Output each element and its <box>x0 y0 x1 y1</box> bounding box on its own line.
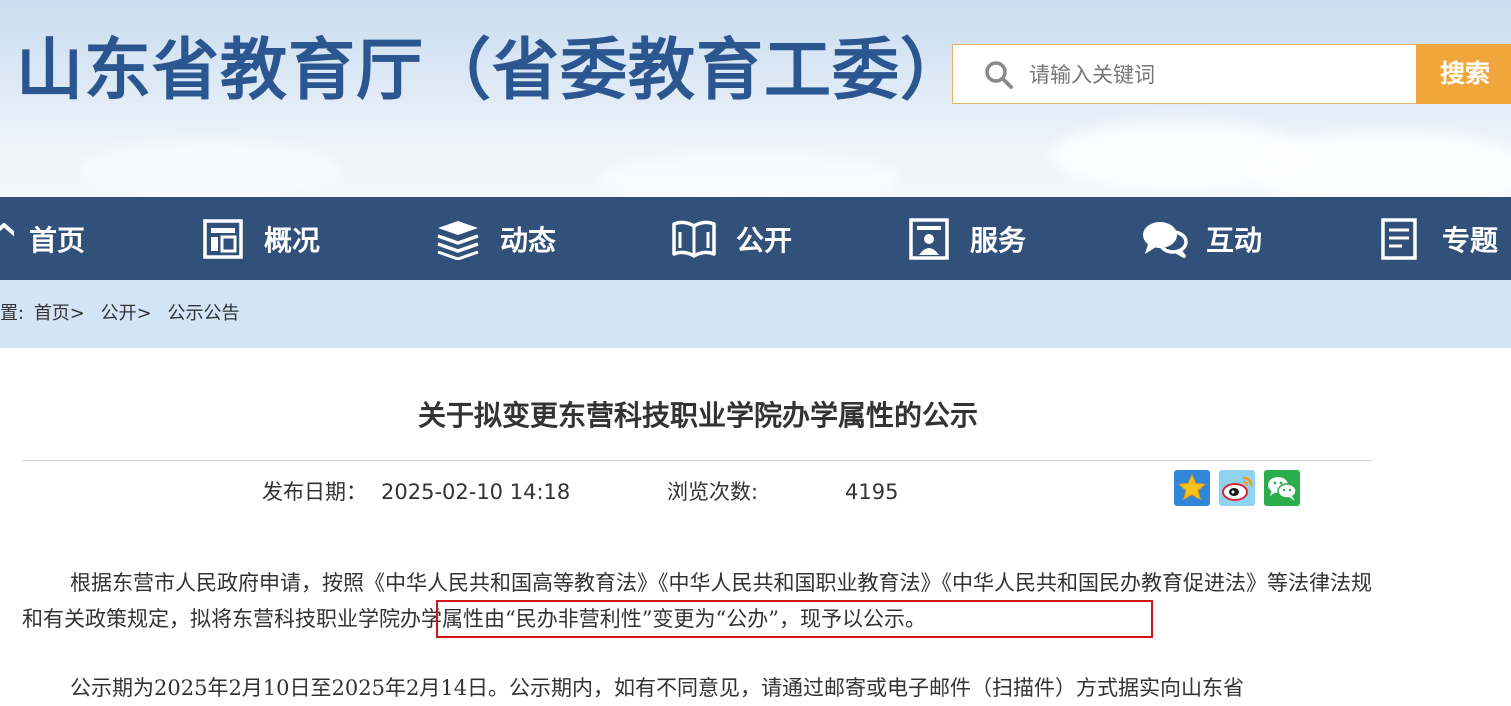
breadcrumb-notices[interactable]: 公示公告 <box>167 303 239 324</box>
site-title: 山东省教育厅（省委教育工委） <box>16 31 968 109</box>
nav-label-news: 动态 <box>500 223 557 257</box>
nav-item-news[interactable]: 动态 <box>434 197 556 280</box>
chat-bubbles-icon <box>1143 221 1188 258</box>
main-nav: 首页 概况 动态 公开 服务 互动 专题 <box>0 197 1511 280</box>
service-icon <box>909 217 949 260</box>
nav-item-open[interactable]: 公开 <box>670 197 792 280</box>
document-icon <box>1381 217 1417 260</box>
qzone-star-icon[interactable] <box>1174 470 1210 506</box>
publish-date-label: 发布日期： <box>262 480 367 504</box>
nav-label-service: 服务 <box>970 223 1027 257</box>
nav-label-topics: 专题 <box>1442 223 1499 257</box>
publish-date-value: 2025-02-10 14:18 <box>381 480 571 504</box>
header-banner: 山东省教育厅（省委教育工委） 搜索 <box>0 0 1511 197</box>
highlight-annotation-box <box>436 600 1153 638</box>
breadcrumb-open[interactable]: 公开> <box>101 303 152 324</box>
breadcrumb-home[interactable]: 首页> <box>34 303 85 324</box>
article-title: 关于拟变更东营科技职业学院办学属性的公示 <box>417 399 978 432</box>
wechat-icon[interactable] <box>1264 470 1300 506</box>
breadcrumb: 置: 首页> 公开> 公示公告 <box>0 280 249 348</box>
search-icon <box>985 61 1013 89</box>
weibo-icon[interactable] <box>1219 470 1255 506</box>
views-label: 浏览次数: <box>667 480 759 504</box>
title-divider <box>22 460 1372 461</box>
home-icon <box>0 222 14 236</box>
news-stack-icon <box>437 220 479 260</box>
search-input[interactable] <box>1027 45 1411 105</box>
nav-label-home: 首页 <box>29 223 86 257</box>
breadcrumb-prefix: 置: <box>0 303 25 324</box>
nav-item-service[interactable]: 服务 <box>908 197 1026 280</box>
views-count: 4195 <box>845 480 899 504</box>
nav-item-interact[interactable]: 互动 <box>1140 197 1262 280</box>
nav-label-interact: 互动 <box>1206 223 1263 257</box>
nav-label-open: 公开 <box>736 223 793 257</box>
open-book-icon <box>672 220 716 258</box>
breadcrumb-bar: 置: 首页> 公开> 公示公告 <box>0 280 1511 348</box>
nav-item-topics[interactable]: 专题 <box>1380 197 1498 280</box>
nav-item-overview[interactable]: 概况 <box>202 197 320 280</box>
nav-item-home[interactable]: 首页 <box>0 197 85 280</box>
search-box <box>952 44 1416 105</box>
overview-icon <box>203 218 243 259</box>
search-button[interactable]: 搜索 <box>1416 44 1511 104</box>
nav-label-overview: 概况 <box>264 223 321 257</box>
